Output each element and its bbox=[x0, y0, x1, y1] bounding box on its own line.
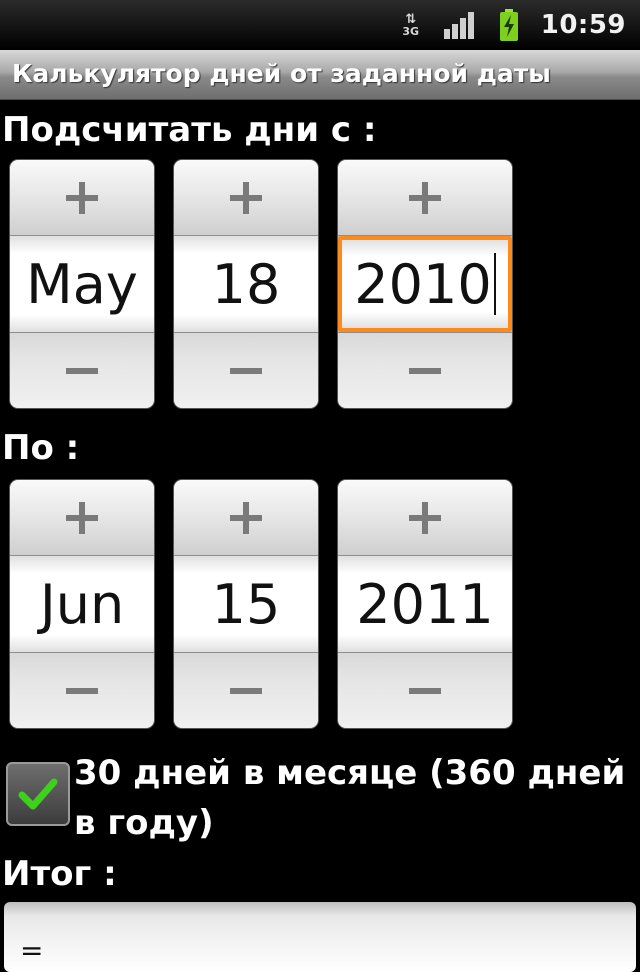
minus-icon bbox=[66, 367, 98, 374]
to-year-picker: 2011 bbox=[338, 480, 512, 728]
minus-icon bbox=[409, 687, 441, 694]
days-360-checkbox[interactable] bbox=[6, 762, 70, 826]
plus-icon bbox=[409, 501, 441, 534]
network-type: 3G bbox=[402, 25, 420, 38]
from-year-decrement-button[interactable] bbox=[338, 332, 512, 408]
result-value: = bbox=[20, 934, 44, 967]
from-month-increment-button[interactable] bbox=[10, 160, 154, 236]
minus-icon bbox=[409, 367, 441, 374]
clock: 10:59 bbox=[540, 10, 626, 40]
from-year-increment-button[interactable] bbox=[338, 160, 512, 236]
battery-charging-icon bbox=[499, 9, 518, 41]
to-year-increment-button[interactable] bbox=[338, 480, 512, 556]
result-label: Итог : bbox=[2, 854, 117, 894]
signal-icon bbox=[443, 12, 474, 39]
data-arrows-icon: ⇅ 3G bbox=[402, 12, 420, 38]
plus-icon bbox=[230, 501, 262, 534]
days-360-checkbox-label[interactable]: 30 дней в месяце (360 дней в году) bbox=[74, 748, 634, 848]
from-date-label: Подсчитать дни с : bbox=[2, 110, 377, 150]
to-day-field[interactable]: 15 bbox=[174, 556, 318, 652]
to-month-increment-button[interactable] bbox=[10, 480, 154, 556]
result-field: = bbox=[4, 902, 636, 972]
status-bar: ⇅ 3G 10:59 bbox=[0, 0, 640, 50]
to-day-decrement-button[interactable] bbox=[174, 652, 318, 728]
text-cursor bbox=[493, 253, 496, 315]
plus-icon bbox=[409, 181, 441, 214]
from-month-decrement-button[interactable] bbox=[10, 332, 154, 408]
plus-icon bbox=[66, 501, 98, 534]
to-date-label: По : bbox=[2, 428, 80, 468]
check-mark-icon bbox=[18, 778, 58, 810]
minus-icon bbox=[230, 687, 262, 694]
to-year-field[interactable]: 2011 bbox=[338, 556, 512, 652]
minus-icon bbox=[230, 367, 262, 374]
minus-icon bbox=[66, 687, 98, 694]
from-month-picker: May bbox=[10, 160, 154, 408]
from-day-picker: 18 bbox=[174, 160, 318, 408]
from-year-field[interactable]: 2010 bbox=[338, 236, 512, 332]
title-bar: Калькулятор дней от заданной даты bbox=[0, 50, 640, 100]
to-year-decrement-button[interactable] bbox=[338, 652, 512, 728]
from-day-field[interactable]: 18 bbox=[174, 236, 318, 332]
to-month-field[interactable]: Jun bbox=[10, 556, 154, 652]
to-month-decrement-button[interactable] bbox=[10, 652, 154, 728]
plus-icon bbox=[230, 181, 262, 214]
to-day-increment-button[interactable] bbox=[174, 480, 318, 556]
from-month-field[interactable]: May bbox=[10, 236, 154, 332]
from-year-picker: 2010 bbox=[338, 160, 512, 408]
from-day-increment-button[interactable] bbox=[174, 160, 318, 236]
plus-icon bbox=[66, 181, 98, 214]
to-day-picker: 15 bbox=[174, 480, 318, 728]
from-day-decrement-button[interactable] bbox=[174, 332, 318, 408]
to-month-picker: Jun bbox=[10, 480, 154, 728]
app-title: Калькулятор дней от заданной даты bbox=[12, 59, 551, 88]
